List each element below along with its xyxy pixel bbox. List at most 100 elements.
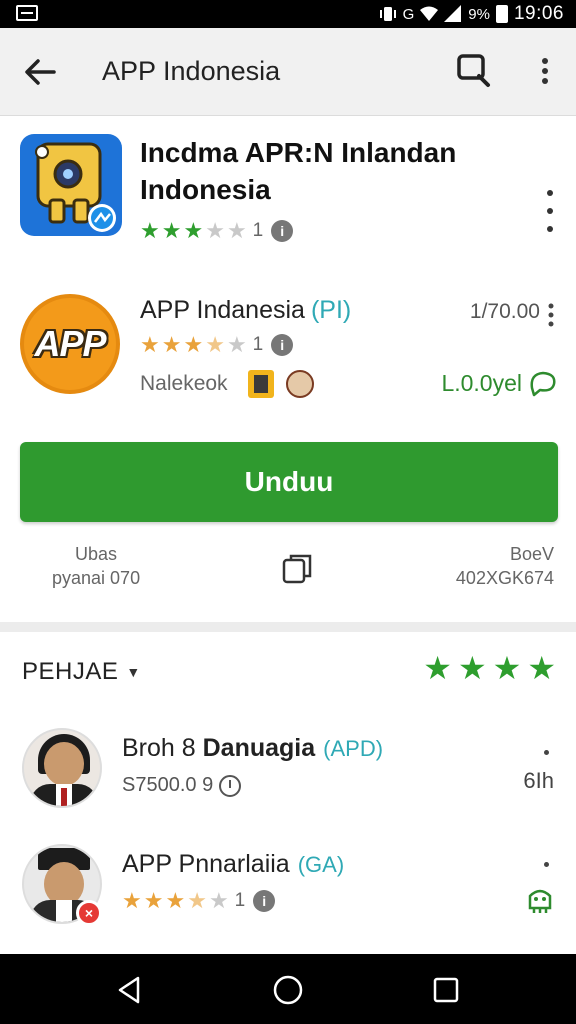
star-icon: ★ [165, 888, 186, 913]
reviewer-tag: (APD) [323, 736, 384, 761]
secondary-app-price: 1/70.00 [469, 300, 540, 323]
battery-percent: 9% [468, 5, 490, 23]
section-divider [0, 622, 576, 632]
developer-row: Nalekeok [140, 370, 314, 398]
star-icon: ★ [183, 218, 204, 243]
reviews-section: PEHJAE ▼ ★ ★ ★ ★ Broh 8 Danuagia (APD) S7… [0, 632, 576, 954]
star-icon: ★ [492, 650, 522, 686]
primary-app-rating: ★ ★ ★ ★ ★ 1 i [140, 218, 294, 243]
developer-name: Nalekeok [140, 372, 228, 395]
wifi-icon [420, 6, 439, 21]
more-vert-icon[interactable] [546, 302, 556, 328]
battery-icon [495, 5, 508, 23]
avatar [285, 370, 314, 398]
rating-count: 1 [252, 334, 264, 355]
rating-count: 1 [234, 890, 246, 911]
star-icon: ★ [161, 332, 182, 357]
vibrate-icon [379, 7, 396, 21]
system-navigation-bar [0, 954, 576, 1024]
info-icon[interactable]: i [271, 334, 294, 356]
primary-app-title: Incdma APR:N Inlandan Indonesia [140, 137, 457, 205]
arrow-left-icon[interactable] [18, 52, 62, 92]
reviewer-tag: (GA) [297, 852, 345, 877]
review-rating: ★ ★ ★ ★ ★ 1 i [122, 888, 276, 913]
reviews-header[interactable]: PEHJAE ▼ [22, 658, 141, 686]
secondary-app-name-text: APP Indanesia [140, 296, 305, 324]
star-icon: ★ [161, 218, 182, 243]
reviewer-name: APP Pnnarlaiia (GA) [122, 850, 344, 879]
meta-right-label: BoeV [509, 544, 554, 564]
primary-app-icon [20, 134, 122, 236]
network-type: G [402, 5, 415, 23]
signal-icon [444, 5, 462, 22]
reviewer-name-prefix: APP Pnnarlaiia [122, 850, 290, 878]
star-icon: ★ [205, 218, 225, 243]
app-toolbar: APP Indonesia [0, 28, 576, 116]
status-bar: G 9% 19:06 [0, 0, 576, 28]
app-meta-row: Ubas pyanai 070 BoeV 402XGK674 [0, 542, 576, 602]
clock-time: 19:06 [513, 3, 564, 24]
secondary-app-rating: ★ ★ ★ ★ ★ 1 i [140, 332, 294, 357]
star-icon: ★ [208, 888, 229, 913]
dot-indicator [544, 862, 549, 867]
overall-rating: ★ ★ ★ ★ [423, 652, 556, 684]
dot-indicator [544, 750, 549, 755]
secondary-app-tag: (PI) [310, 296, 352, 324]
review-time: 6Ih [523, 768, 554, 793]
install-button-label: Unduu [244, 466, 334, 497]
info-icon[interactable]: i [271, 220, 294, 242]
nav-recents-icon[interactable] [430, 974, 462, 1006]
meta-right: BoeV 402XGK674 [456, 542, 554, 590]
star-icon: ★ [122, 888, 142, 913]
review-meta-text: S7500.0 9 [122, 774, 214, 796]
star-icon: ★ [143, 888, 164, 913]
secondary-app-row[interactable]: APP APP Indanesia (PI) 1/70.00 ★ ★ ★ ★ ★ … [0, 292, 576, 402]
star-icon: ★ [226, 218, 247, 243]
app-details-card: Incdma APR:N Inlandan Indonesia ★ ★ ★ ★ … [0, 116, 576, 622]
primary-app-row[interactable]: Incdma APR:N Inlandan Indonesia ★ ★ ★ ★ … [0, 134, 576, 254]
review-item[interactable]: × APP Pnnarlaiia (GA) ★ ★ ★ ★ ★ 1 i [0, 844, 576, 944]
star-icon: ★ [423, 650, 452, 686]
star-icon: ★ [527, 650, 556, 686]
nav-back-icon[interactable] [114, 974, 146, 1006]
notification-icon [16, 5, 38, 21]
star-icon: ★ [183, 332, 204, 357]
rating-count: 1 [252, 220, 264, 241]
more-vert-icon[interactable] [530, 50, 560, 90]
avatar [22, 728, 102, 808]
star-icon: ★ [187, 888, 207, 913]
reviewer-name: Broh 8 Danuagia (APD) [122, 734, 383, 763]
meta-left: Ubas pyanai 070 [52, 542, 140, 590]
info-icon[interactable]: i [253, 890, 276, 912]
close-badge-icon: × [76, 900, 102, 926]
reviewer-name-bold: Danuagia [202, 734, 316, 762]
star-icon: ★ [140, 218, 160, 243]
copy-icon[interactable] [280, 552, 314, 586]
search-icon[interactable] [454, 50, 494, 90]
secondary-app-icon-text: APP [34, 323, 106, 364]
review-item[interactable]: Broh 8 Danuagia (APD) S7500.0 9 6Ih [0, 728, 576, 828]
primary-app-more-icon[interactable] [538, 188, 562, 238]
nav-home-icon[interactable] [272, 974, 304, 1006]
chat-bubble-icon [530, 371, 556, 397]
star-icon: ★ [457, 650, 487, 686]
meta-left-label: Ubas [75, 544, 118, 564]
star-icon: ★ [205, 332, 225, 357]
reviews-header-label: PEHJAE [22, 658, 119, 685]
install-status-text: L.0.0yel [441, 369, 522, 396]
caret-down-icon: ▼ [126, 664, 141, 680]
book-icon [247, 370, 274, 398]
clock-icon [219, 774, 242, 797]
secondary-app-icon: APP [20, 294, 120, 394]
android-bot-icon[interactable] [524, 884, 556, 916]
secondary-app-name: APP Indanesia (PI) [140, 296, 351, 325]
star-icon: ★ [140, 332, 160, 357]
status-icons: G 9% 19:06 [379, 3, 564, 25]
install-button[interactable]: Unduu [20, 442, 558, 522]
meta-right-value: 402XGK674 [455, 568, 554, 588]
meta-left-value: pyanai 070 [52, 568, 141, 588]
toolbar-title: APP Indonesia [102, 56, 281, 86]
star-icon: ★ [226, 332, 247, 357]
reviewer-name-prefix: Broh 8 [122, 734, 203, 762]
install-status[interactable]: L.0.0yel [441, 368, 558, 398]
